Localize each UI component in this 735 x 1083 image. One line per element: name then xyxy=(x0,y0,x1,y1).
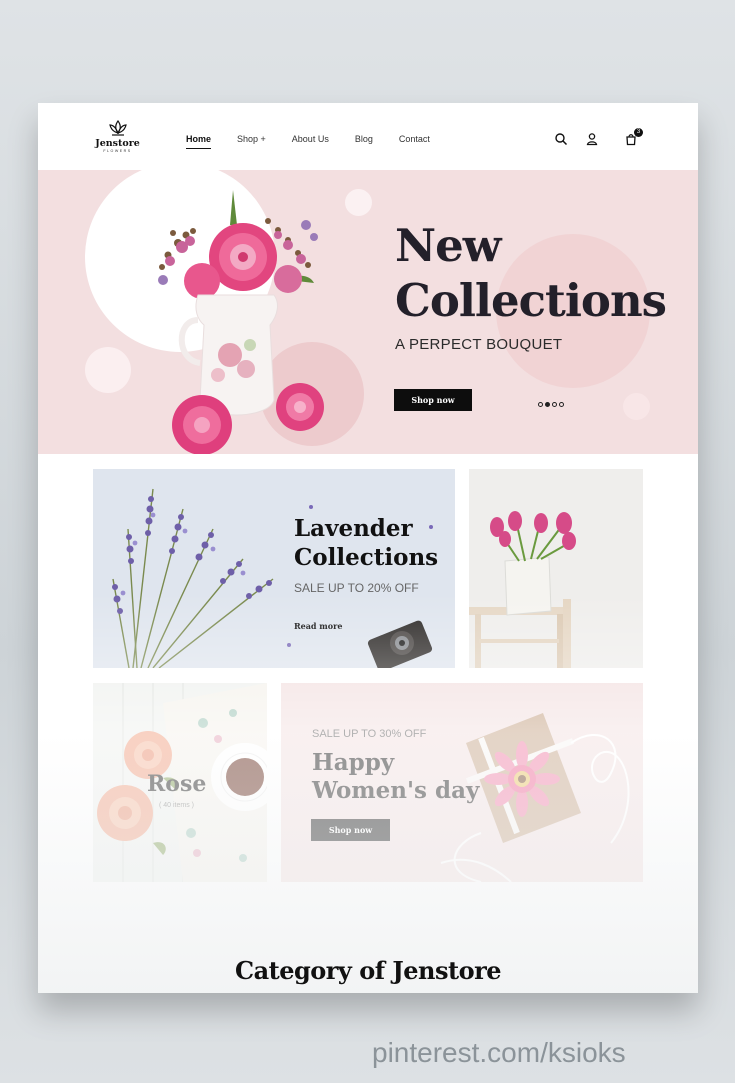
promo-lavender-collections[interactable]: Lavender Collections SALE UP TO 20% OFF … xyxy=(93,469,455,668)
hero-title-line: Collections xyxy=(395,274,667,327)
carousel-dots xyxy=(538,402,566,407)
nav-contact[interactable]: Contact xyxy=(399,133,430,145)
carousel-dot-active[interactable] xyxy=(545,402,550,407)
lavender-title-line: Collections xyxy=(294,544,439,571)
watermark-text: pinterest.com/ksioks xyxy=(372,1037,626,1068)
lavender-title: Lavender Collections xyxy=(294,514,438,572)
hero-shop-now-button[interactable]: Shop now xyxy=(394,389,472,411)
nav-home[interactable]: Home xyxy=(186,133,212,149)
carousel-dot[interactable] xyxy=(538,402,543,407)
promo-tulip-image[interactable] xyxy=(469,469,643,668)
search-icon[interactable] xyxy=(554,132,568,146)
nav-shop[interactable]: Shop + xyxy=(237,133,266,145)
main-nav: Home Shop + About Us Blog Contact xyxy=(186,133,456,149)
lavender-title-line: Lavender xyxy=(294,515,413,542)
read-more-link[interactable]: Read more xyxy=(294,621,342,631)
rose-title: Rose xyxy=(147,771,207,797)
brand-tagline: FLOWERS xyxy=(103,149,132,153)
lotus-logo-icon xyxy=(108,119,127,136)
carousel-dot[interactable] xyxy=(552,402,557,407)
decor-circle xyxy=(85,347,131,393)
bag-icon[interactable]: 3 xyxy=(624,128,643,146)
promo-rose-category[interactable]: Rose ( 40 items ) xyxy=(93,683,267,882)
hero-banner: New Collections A PERPECT BOUQUET Shop n… xyxy=(38,170,698,454)
carousel-dot[interactable] xyxy=(559,402,564,407)
womens-title-line: Women's day xyxy=(312,777,480,804)
category-section-title: Category of Jenstore xyxy=(234,956,502,985)
flower-vase-image xyxy=(158,190,324,454)
logo[interactable]: Jenstore FLOWERS xyxy=(90,119,145,154)
hero-subtitle: A PERPECT BOUQUET xyxy=(395,336,563,353)
womens-title-line: Happy xyxy=(312,749,395,776)
hero-title-line: New xyxy=(395,219,502,272)
decor-circle xyxy=(345,189,372,216)
nav-about[interactable]: About Us xyxy=(292,133,329,145)
womens-sale-text: SALE UP TO 30% OFF xyxy=(312,728,427,740)
lavender-sale-text: SALE UP TO 20% OFF xyxy=(294,581,419,595)
rose-item-count: ( 40 items ) xyxy=(159,802,195,809)
site-header: Jenstore FLOWERS Home Shop + About Us Bl… xyxy=(38,103,698,170)
womens-day-title: Happy Women's day xyxy=(312,749,479,805)
web-page-mockup: Jenstore FLOWERS Home Shop + About Us Bl… xyxy=(38,103,698,993)
hero-title: New Collections xyxy=(395,218,667,328)
promo-womens-day[interactable]: SALE UP TO 30% OFF Happy Women's day Sho… xyxy=(281,683,643,882)
user-icon[interactable] xyxy=(585,132,599,146)
tulip-vase-image xyxy=(469,469,643,668)
womens-shop-now-button[interactable]: Shop now xyxy=(311,819,390,841)
decor-circle xyxy=(623,393,650,420)
nav-blog[interactable]: Blog xyxy=(355,133,373,145)
cart-count-badge: 3 xyxy=(634,128,643,137)
brand-name: Jenstore xyxy=(95,138,140,149)
